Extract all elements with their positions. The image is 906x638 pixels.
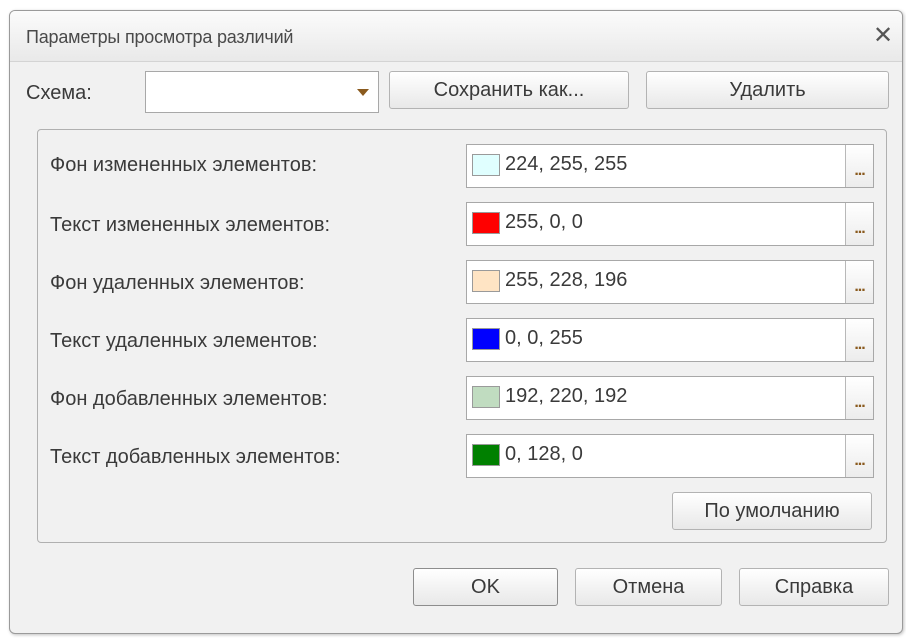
settings-dialog: Параметры просмотра различий ✕ Схема: Со…	[9, 10, 903, 634]
cancel-button[interactable]: Отмена	[575, 568, 722, 606]
color-row-label: Текст добавленных элементов:	[50, 446, 341, 468]
delete-button[interactable]: Удалить	[646, 71, 889, 109]
dialog-title: Параметры просмотра различий	[26, 27, 294, 47]
color-field-deleted-background[interactable]: 255, 228, 196 ...	[466, 260, 874, 304]
color-picker-button[interactable]: ...	[845, 261, 873, 303]
ok-button[interactable]: OK	[413, 568, 558, 606]
scheme-label: Схема:	[26, 82, 92, 104]
color-field-added-background[interactable]: 192, 220, 192 ...	[466, 376, 874, 420]
color-swatch	[472, 328, 500, 350]
color-value: 255, 0, 0	[505, 211, 583, 233]
color-swatch	[472, 386, 500, 408]
title-bar: Параметры просмотра различий ✕	[10, 11, 902, 62]
scheme-select[interactable]	[145, 71, 379, 113]
color-field-deleted-text[interactable]: 0, 0, 255 ...	[466, 318, 874, 362]
color-field-changed-text[interactable]: 255, 0, 0 ...	[466, 202, 874, 246]
help-button[interactable]: Справка	[739, 568, 889, 606]
color-picker-button[interactable]: ...	[845, 377, 873, 419]
color-row-label: Фон измененных элементов:	[50, 154, 318, 176]
color-value: 224, 255, 255	[505, 153, 628, 175]
color-swatch	[472, 270, 500, 292]
close-icon[interactable]: ✕	[870, 23, 896, 49]
color-field-changed-background[interactable]: 224, 255, 255 ...	[466, 144, 874, 188]
color-swatch	[472, 212, 500, 234]
save-as-button[interactable]: Сохранить как...	[389, 71, 629, 109]
color-row-label: Текст удаленных элементов:	[50, 330, 318, 352]
default-button[interactable]: По умолчанию	[672, 492, 872, 530]
color-value: 0, 0, 255	[505, 327, 583, 349]
color-picker-button[interactable]: ...	[845, 203, 873, 245]
color-picker-button[interactable]: ...	[845, 145, 873, 187]
color-picker-button[interactable]: ...	[845, 319, 873, 361]
chevron-down-icon[interactable]	[348, 72, 378, 112]
color-value: 192, 220, 192	[505, 385, 628, 407]
color-row-label: Фон добавленных элементов:	[50, 388, 328, 410]
color-row-label: Текст измененных элементов:	[50, 214, 331, 236]
color-field-added-text[interactable]: 0, 128, 0 ...	[466, 434, 874, 478]
color-row-label: Фон удаленных элементов:	[50, 272, 305, 294]
color-value: 0, 128, 0	[505, 443, 583, 465]
color-swatch	[472, 154, 500, 176]
color-value: 255, 228, 196	[505, 269, 628, 291]
colors-panel: Фон измененных элементов: 224, 255, 255 …	[37, 129, 887, 543]
color-swatch	[472, 444, 500, 466]
color-picker-button[interactable]: ...	[845, 435, 873, 477]
